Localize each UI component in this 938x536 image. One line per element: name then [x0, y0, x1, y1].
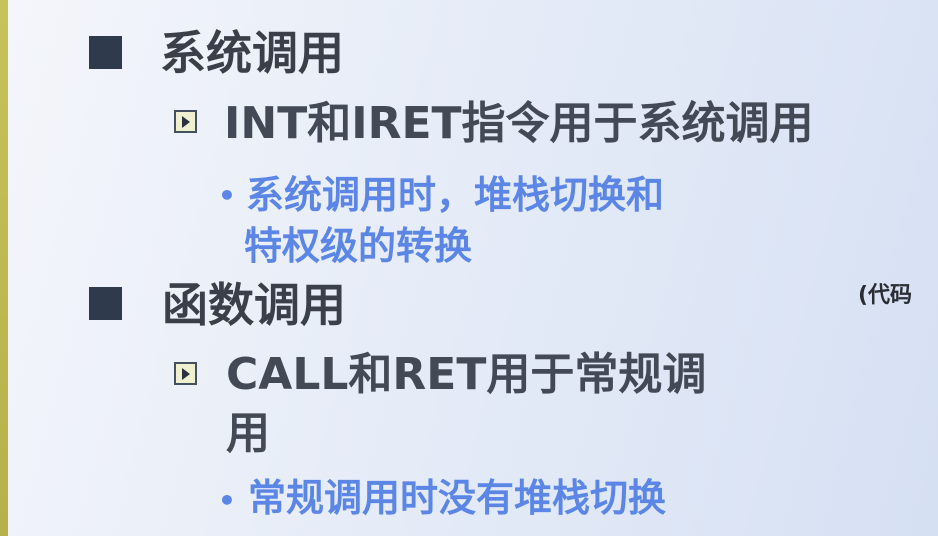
square-bullet-icon [89, 36, 122, 69]
play-square-bullet-icon [174, 362, 197, 385]
subbullet-call-ret-line1: CALL和RET用于常规调 [226, 349, 707, 400]
detail-system-call-line1: 系统调用时，堆栈切换和 [246, 173, 665, 217]
slide-left-accent-bar [0, 0, 8, 536]
subbullet-int-iret: INT和IRET指令用于系统调用 [224, 98, 814, 149]
detail-system-call-line2: 特权级的转换 [244, 224, 473, 268]
square-bullet-icon [89, 287, 122, 320]
subbullet-call-ret-line2: 用 [226, 408, 270, 459]
play-square-bullet-icon [174, 110, 197, 133]
side-note-code: (代码 [858, 283, 913, 308]
dot-bullet-icon: • [218, 179, 236, 212]
detail-function-call-line1: 常规调用时没有堆栈切换 [248, 476, 667, 520]
bullet-function-call: 函数调用 [162, 278, 346, 332]
dot-bullet-icon: • [218, 484, 236, 517]
bullet-system-call: 系统调用 [160, 26, 344, 80]
